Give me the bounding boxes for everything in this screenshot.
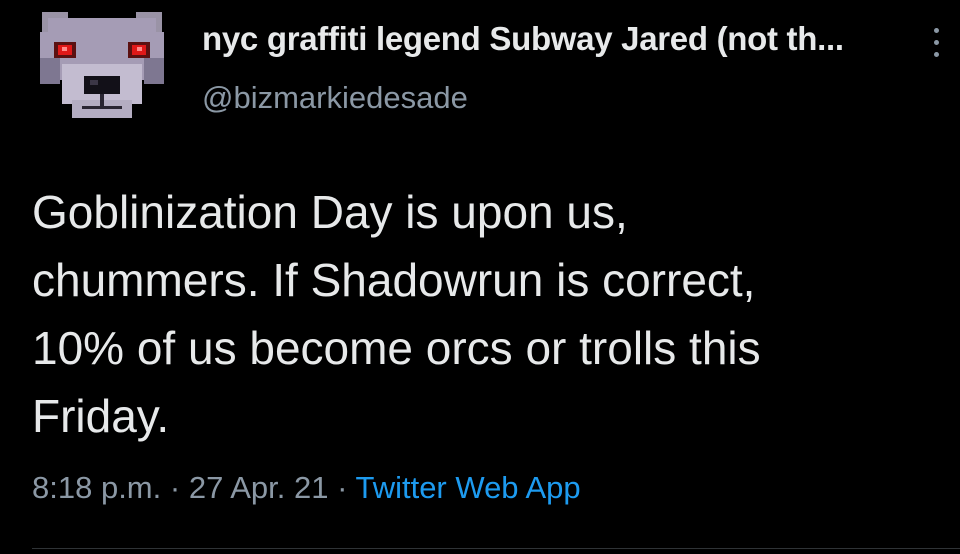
more-dot bbox=[933, 28, 939, 33]
avatar[interactable] bbox=[32, 4, 172, 126]
display-name[interactable]: nyc graffiti legend Subway Jared (not th… bbox=[202, 20, 844, 58]
meta-separator: · bbox=[337, 470, 348, 505]
tweet-time[interactable]: 8:18 p.m. bbox=[32, 470, 161, 505]
tweet-card: nyc graffiti legend Subway Jared (not th… bbox=[0, 0, 960, 554]
meta-separator: · bbox=[169, 470, 181, 505]
more-dot bbox=[933, 40, 939, 45]
source-app-link[interactable]: Twitter Web App bbox=[355, 470, 580, 505]
tweet-meta: 8:18 p.m. · 27 Apr. 21 · Twitter Web App bbox=[32, 470, 581, 506]
pixel-dog-red-eyes-icon bbox=[40, 12, 164, 118]
tweet-date[interactable]: 27 Apr. 21 bbox=[189, 470, 329, 505]
more-dot bbox=[933, 52, 939, 57]
more-options-vertical-icon[interactable] bbox=[925, 24, 947, 64]
divider bbox=[32, 548, 960, 549]
user-handle[interactable]: @bizmarkiedesade bbox=[202, 80, 468, 116]
tweet-text: Goblinization Day is upon us, chummers. … bbox=[32, 186, 761, 442]
